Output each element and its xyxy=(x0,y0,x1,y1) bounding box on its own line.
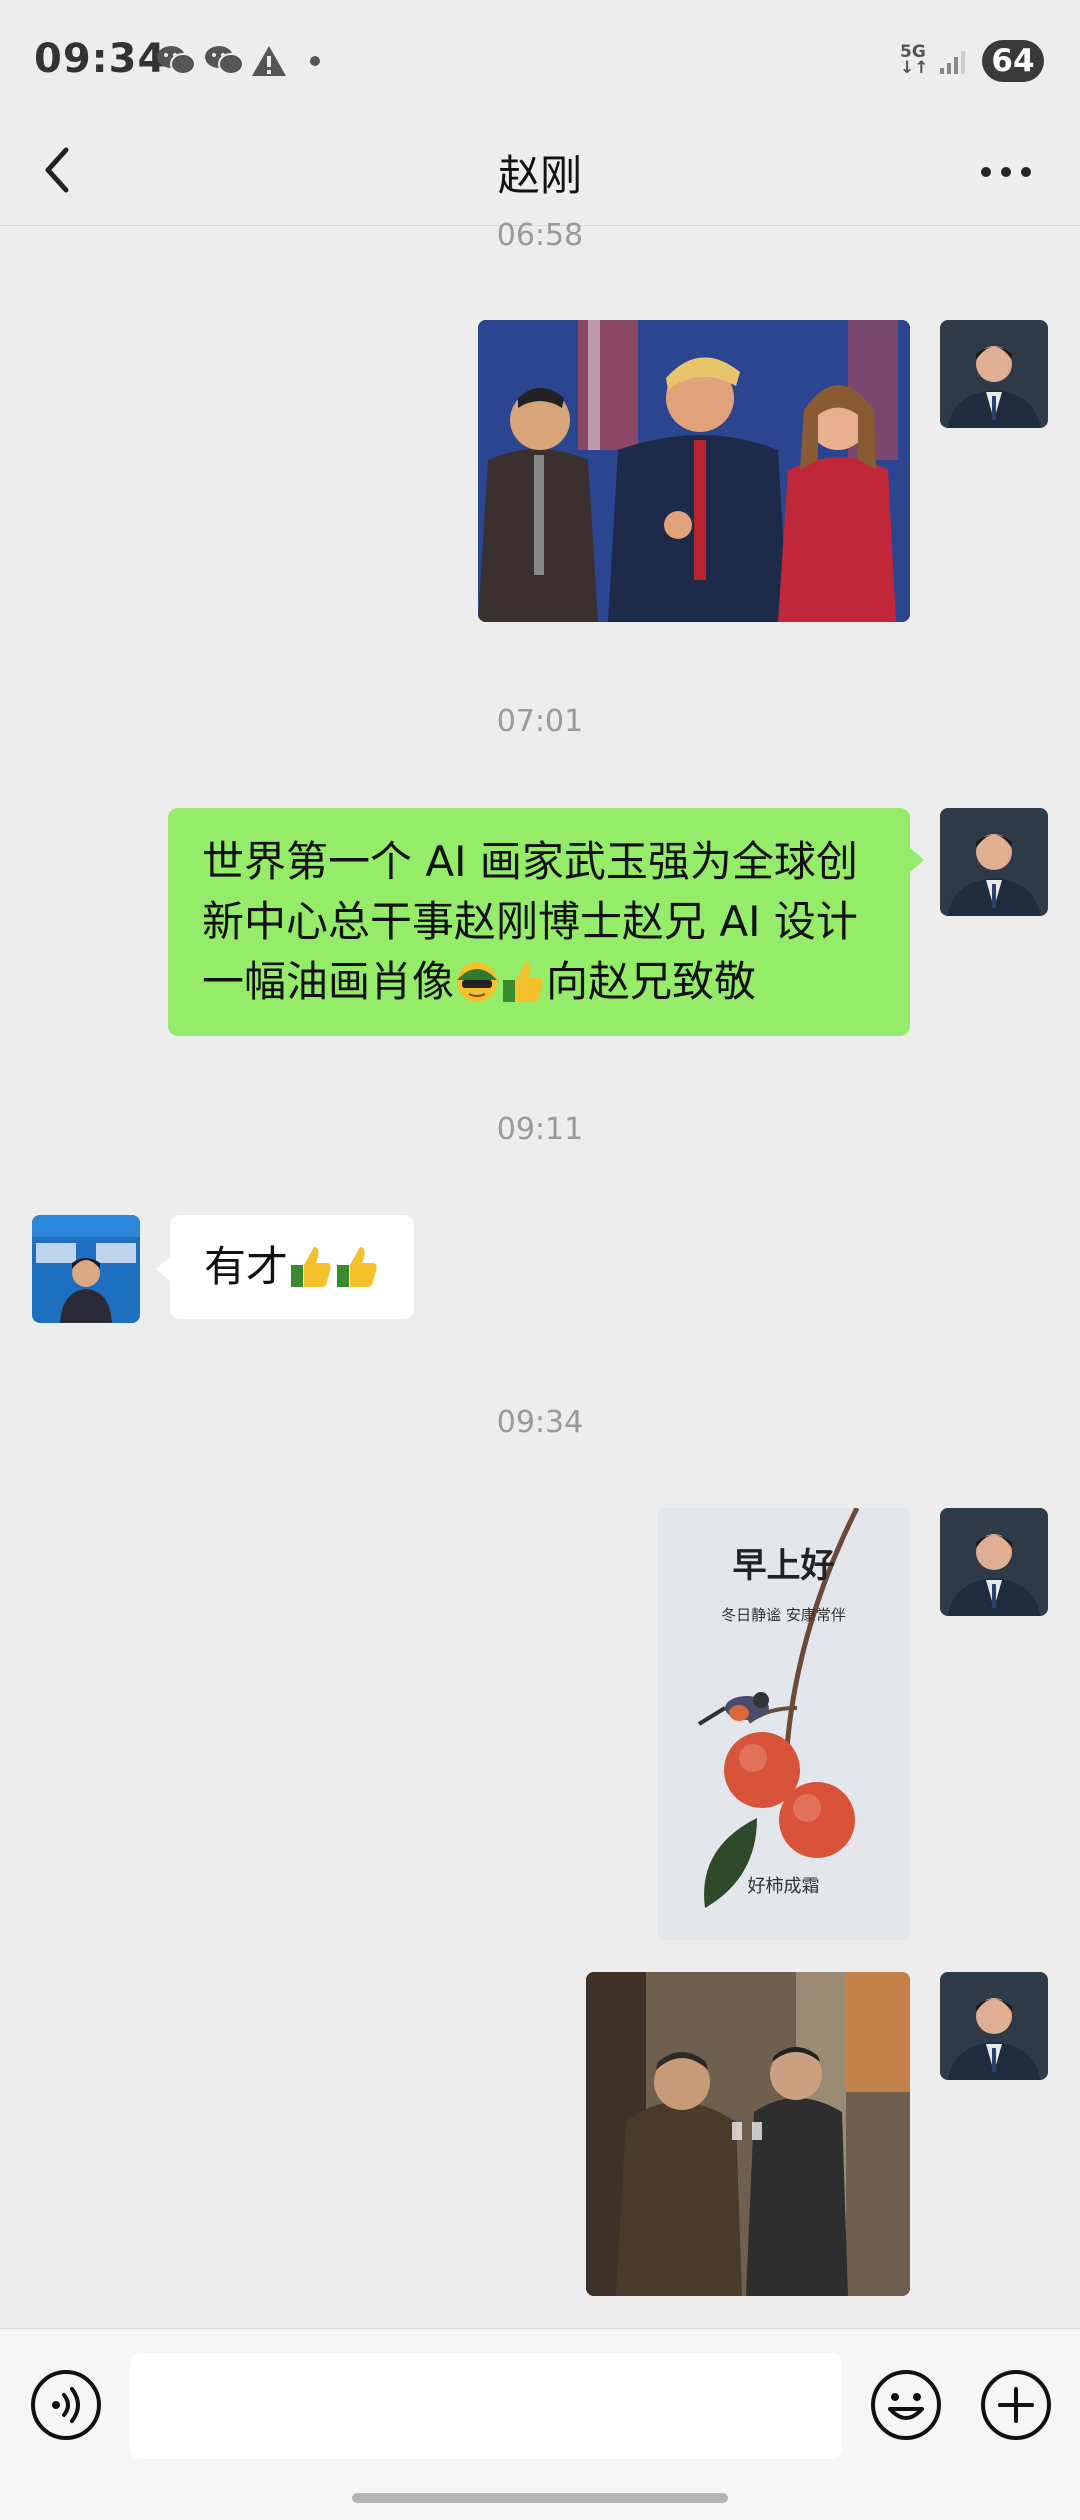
my-avatar[interactable] xyxy=(940,1508,1048,1616)
card-footer: 好柿成霜 xyxy=(747,1876,820,1897)
greeting-card-image[interactable]: 早上好 冬日静谧 安康常伴 好柿成霜 xyxy=(657,1508,910,1940)
thumbs-up-emoji xyxy=(337,1247,377,1287)
chat-header: 赵刚 xyxy=(0,118,1080,226)
sunglasses-emoji xyxy=(457,962,498,1002)
contact-avatar-photo xyxy=(32,1215,140,1323)
message-line: 一幅油画肖像 xyxy=(202,957,455,1006)
contact-avatar[interactable] xyxy=(32,1215,140,1323)
status-bar: 09:34 5G ↓↑ 64 xyxy=(0,0,1080,118)
oil-painting-image[interactable] xyxy=(478,320,910,622)
contact-text-bubble[interactable]: 有才 xyxy=(155,1215,415,1319)
more-dots-icon[interactable] xyxy=(978,152,1034,192)
message-line: 新中心总干事赵刚博士赵兄 AI 设计 xyxy=(202,897,858,946)
avatar-photo xyxy=(940,808,1048,916)
signal-icon xyxy=(940,51,965,74)
chat-title: 赵刚 xyxy=(497,151,582,200)
timestamp: 06:58 xyxy=(496,218,584,253)
wechat-icon xyxy=(205,46,244,75)
timestamp: 09:11 xyxy=(496,1112,584,1147)
warning-icon xyxy=(252,46,286,76)
chevron-left-icon[interactable] xyxy=(36,138,84,202)
historic-photo-image[interactable] xyxy=(586,1972,910,2296)
plus-icon[interactable] xyxy=(980,2369,1052,2441)
historic-toast-photo xyxy=(586,1972,910,2296)
smiley-icon[interactable] xyxy=(870,2369,942,2441)
wechat-icon xyxy=(157,46,196,75)
avatar-photo xyxy=(940,320,1048,428)
thumbs-up-emoji xyxy=(503,962,543,1002)
avatar-photo xyxy=(940,1972,1048,2080)
my-avatar[interactable] xyxy=(940,320,1048,428)
card-title: 早上好 xyxy=(732,1546,835,1586)
card-subtitle: 冬日静谧 安康常伴 xyxy=(721,1606,846,1624)
dot-icon xyxy=(310,56,320,66)
my-avatar[interactable] xyxy=(940,808,1048,916)
home-indicator[interactable] xyxy=(352,2493,728,2503)
my-text-bubble[interactable]: 世界第一个 AI 画家武玉强为全球创 新中心总干事赵刚博士赵兄 AI 设计 一幅… xyxy=(168,808,924,1036)
oil-painting-portrait xyxy=(478,320,910,622)
network-type: 5G ↓↑ xyxy=(900,42,929,78)
status-time: 09:34 xyxy=(34,36,167,82)
thumbs-up-emoji xyxy=(291,1247,331,1287)
message-input[interactable] xyxy=(130,2353,842,2459)
my-avatar[interactable] xyxy=(940,1972,1048,2080)
battery-indicator: 64 xyxy=(982,40,1044,82)
voice-icon[interactable] xyxy=(30,2369,102,2441)
message-line: 向赵兄致敬 xyxy=(546,957,757,1006)
input-bar xyxy=(0,2328,1080,2520)
timestamp: 07:01 xyxy=(496,704,584,739)
message-text: 有才 xyxy=(204,1242,289,1291)
avatar-photo xyxy=(940,1508,1048,1616)
timestamp: 09:34 xyxy=(496,1405,584,1440)
message-line: 世界第一个 AI 画家武玉强为全球创 xyxy=(202,837,858,886)
